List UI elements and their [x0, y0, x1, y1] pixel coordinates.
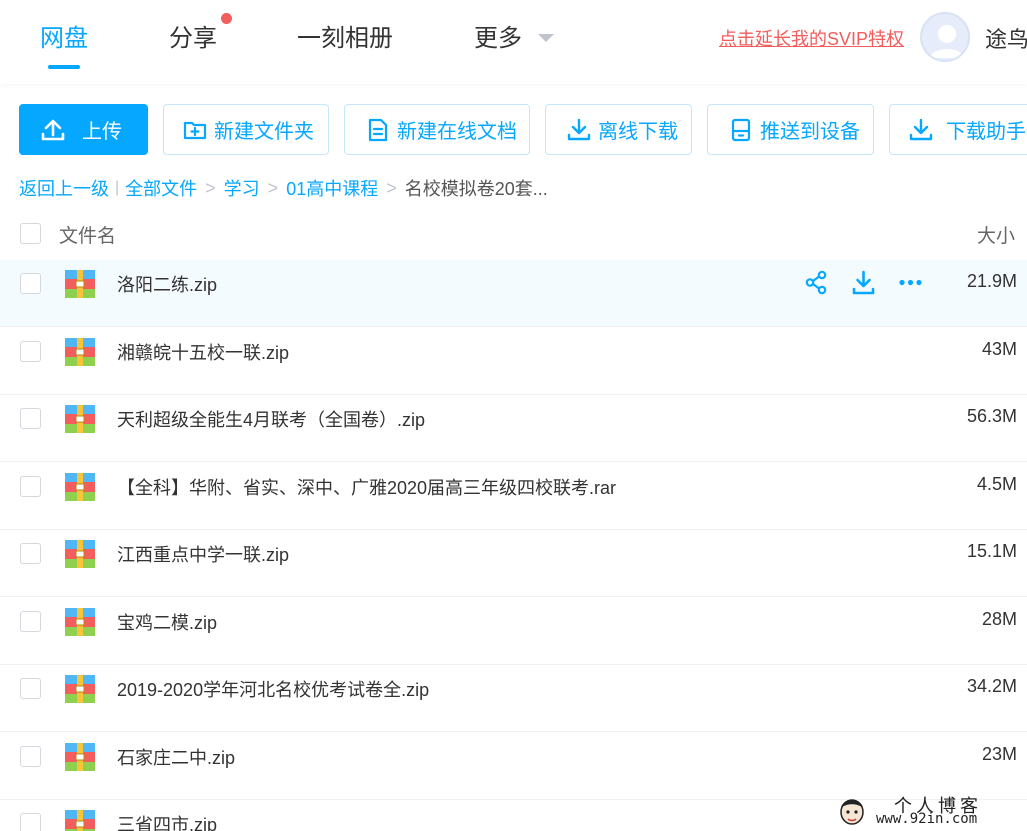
push-to-device-button[interactable]: 推送到设备	[707, 104, 874, 155]
file-select-checkbox[interactable]	[20, 476, 41, 497]
column-header-name[interactable]: 文件名	[59, 221, 116, 248]
more-icon[interactable]	[898, 270, 923, 295]
share-icon[interactable]	[804, 270, 829, 295]
file-row[interactable]: 天利超级全能生4月联考（全国卷）.zip 56.3M	[0, 395, 1027, 462]
zip-archive-icon	[64, 404, 96, 434]
file-row[interactable]: 宝鸡二模.zip 28M	[0, 598, 1027, 665]
active-tab-indicator	[48, 65, 80, 69]
avatar[interactable]	[920, 12, 970, 62]
file-size: 15.1M	[966, 541, 1017, 561]
top-navigation: 网盘 分享 一刻相册 更多 点击延长我的SVIP特权 途鸟	[0, 0, 1027, 84]
file-name[interactable]: 三省四市.zip	[117, 811, 217, 831]
file-row[interactable]: 江西重点中学一联.zip 15.1M	[0, 530, 1027, 597]
tab-moment-album[interactable]: 一刻相册	[297, 18, 393, 53]
tab-share[interactable]: 分享	[169, 18, 217, 53]
file-select-checkbox[interactable]	[20, 341, 41, 362]
file-size: 34.2M	[966, 676, 1017, 696]
document-icon	[368, 118, 388, 141]
file-name[interactable]: 湘赣皖十五校一联.zip	[117, 339, 289, 365]
new-folder-icon	[183, 121, 207, 139]
upload-label: 上传	[82, 121, 122, 143]
select-all-checkbox[interactable]	[20, 223, 41, 244]
download-helper-label: 下载助手	[946, 121, 1026, 143]
breadcrumb-item-course[interactable]: 01高中课程	[286, 175, 378, 201]
new-folder-button[interactable]: 新建文件夹	[163, 104, 329, 155]
file-size: 28M	[981, 609, 1017, 629]
file-size: 56.3M	[966, 406, 1017, 426]
watermark: 个人博客 www.92in.com	[836, 792, 1027, 831]
new-online-doc-button[interactable]: 新建在线文档	[344, 104, 530, 155]
file-select-checkbox[interactable]	[20, 813, 41, 831]
zip-archive-icon	[64, 809, 96, 831]
breadcrumb-back-link[interactable]: 返回上一级	[19, 175, 109, 201]
zip-archive-icon	[64, 472, 96, 502]
chevron-down-icon[interactable]	[538, 34, 554, 42]
zip-archive-icon	[64, 269, 96, 299]
zip-archive-icon	[64, 607, 96, 637]
file-row[interactable]: 2019-2020学年河北名校优考试卷全.zip 34.2M	[0, 665, 1027, 732]
username[interactable]: 途鸟	[985, 22, 1027, 54]
file-size: 4.5M	[976, 474, 1017, 494]
new-folder-label: 新建文件夹	[214, 121, 314, 143]
breadcrumb-item-study[interactable]: 学习	[224, 175, 260, 201]
file-row[interactable]: 【全科】华附、省实、深中、广雅2020届高三年级四校联考.rar 4.5M	[0, 463, 1027, 530]
zip-archive-icon	[64, 539, 96, 569]
offline-download-label: 离线下载	[598, 121, 678, 143]
download-helper-icon	[909, 118, 933, 140]
file-select-checkbox[interactable]	[20, 273, 41, 294]
file-row[interactable]: 湘赣皖十五校一联.zip 43M	[0, 328, 1027, 395]
file-name[interactable]: 2019-2020学年河北名校优考试卷全.zip	[117, 676, 429, 702]
file-size: 23M	[981, 744, 1017, 764]
notification-dot	[221, 13, 232, 24]
row-actions	[804, 270, 923, 295]
zip-archive-icon	[64, 337, 96, 367]
column-header-size[interactable]: 大小	[977, 221, 1015, 248]
push-to-device-label: 推送到设备	[760, 121, 860, 143]
upload-button[interactable]: 上传	[19, 104, 148, 155]
offline-download-button[interactable]: 离线下载	[545, 104, 692, 155]
file-size: 43M	[981, 339, 1017, 359]
new-online-doc-label: 新建在线文档	[397, 121, 517, 143]
breadcrumb-separator-icon: >	[205, 177, 216, 198]
file-select-checkbox[interactable]	[20, 543, 41, 564]
breadcrumb-separator-icon: >	[267, 177, 279, 198]
svip-promo-link[interactable]: 点击延长我的SVIP特权	[719, 25, 904, 51]
file-select-checkbox[interactable]	[20, 408, 41, 429]
zip-archive-icon	[64, 742, 96, 772]
breadcrumb-all-files-link[interactable]: 全部文件	[125, 175, 197, 201]
file-select-checkbox[interactable]	[20, 678, 41, 699]
download-icon	[567, 118, 591, 140]
user-avatar-icon	[930, 25, 964, 58]
file-row[interactable]: 洛阳二练.zip 21.9M	[0, 260, 1027, 327]
zip-archive-icon	[64, 674, 96, 704]
tab-netdisk[interactable]: 网盘	[40, 18, 88, 53]
file-name[interactable]: 江西重点中学一联.zip	[117, 541, 289, 567]
file-name[interactable]: 宝鸡二模.zip	[117, 609, 217, 635]
breadcrumb-separator-icon: >	[386, 177, 397, 198]
download-icon[interactable]	[851, 270, 876, 295]
upload-icon	[41, 119, 65, 140]
file-select-checkbox[interactable]	[20, 746, 41, 767]
download-helper-button[interactable]: 下载助手	[889, 104, 1027, 155]
breadcrumb-current: 名校模拟卷20套...	[404, 179, 548, 199]
file-name[interactable]: 天利超级全能生4月联考（全国卷）.zip	[117, 406, 425, 432]
device-icon	[731, 118, 751, 141]
watermark-url: www.92in.com	[876, 811, 978, 827]
cartoon-face-icon	[840, 799, 864, 825]
file-row[interactable]: 石家庄二中.zip 23M	[0, 733, 1027, 800]
breadcrumb-divider: |	[115, 179, 120, 196]
breadcrumb: 返回上一级 | 全部文件 > 学习 > 01高中课程 > 名校模拟卷20套...	[19, 175, 548, 201]
file-name[interactable]: 洛阳二练.zip	[117, 271, 217, 297]
tab-more[interactable]: 更多	[474, 18, 522, 53]
file-name[interactable]: 石家庄二中.zip	[117, 744, 235, 770]
file-select-checkbox[interactable]	[20, 611, 41, 632]
file-size: 21.9M	[966, 271, 1017, 291]
file-name[interactable]: 【全科】华附、省实、深中、广雅2020届高三年级四校联考.rar	[117, 474, 616, 500]
